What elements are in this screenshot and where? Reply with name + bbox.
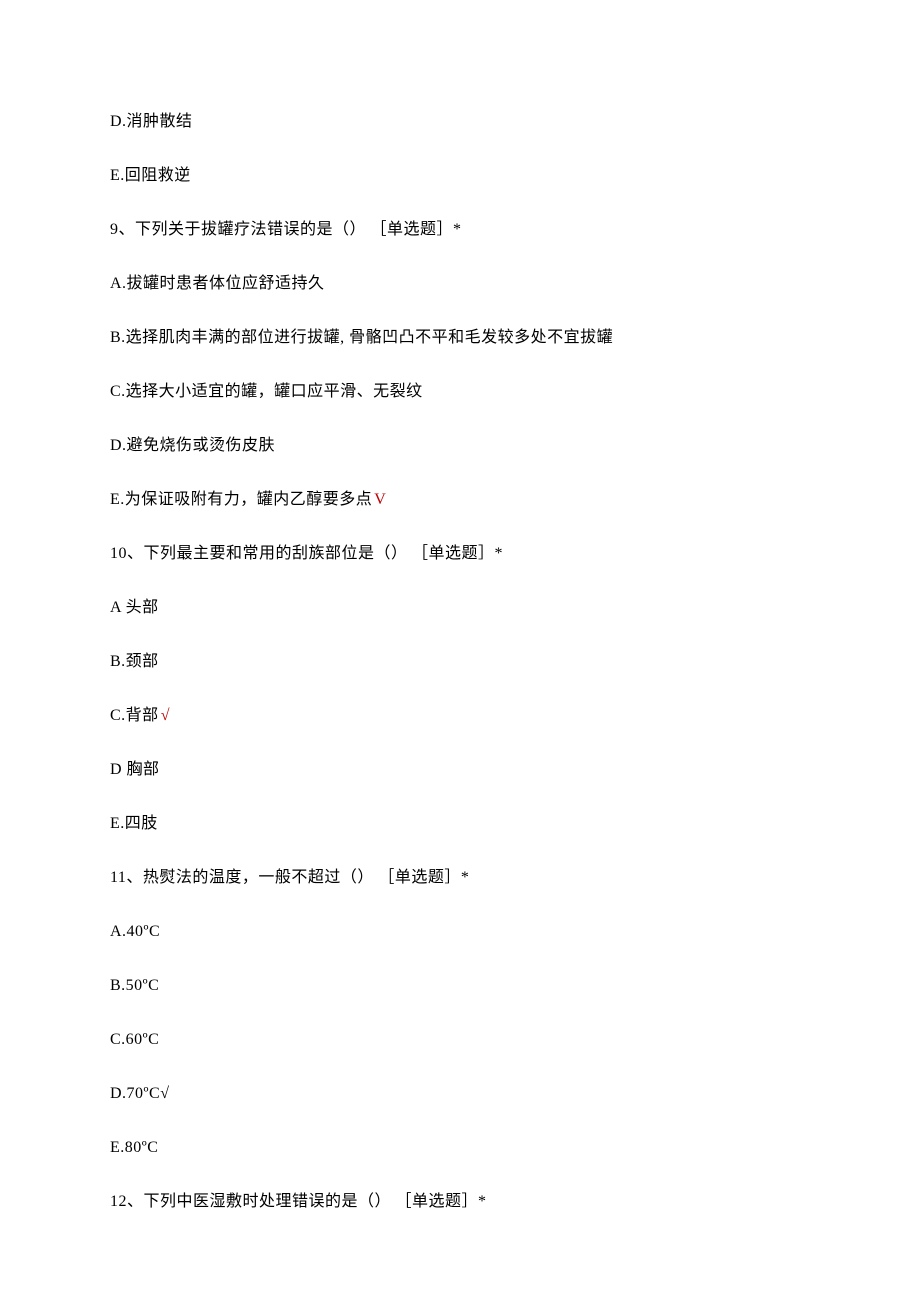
text-line: A 头部 xyxy=(110,596,810,620)
line-text: D.避免烧伤或烫伤皮肤 xyxy=(110,437,275,454)
correct-mark-icon: √ xyxy=(161,707,170,724)
line-text: D.70ºC√ xyxy=(110,1085,169,1102)
text-line: 9、下列关于拔罐疗法错误的是（） ［单选题］* xyxy=(110,218,810,242)
text-line: 12、下列中医湿敷时处理错误的是（） ［单选题］* xyxy=(110,1190,810,1214)
text-line: D 胸部 xyxy=(110,758,810,782)
line-text: E.为保证吸附有力，罐内乙醇要多点 xyxy=(110,491,372,508)
line-text: 9、下列关于拔罐疗法错误的是（） ［单选题］* xyxy=(110,221,462,238)
text-line: E.80ºC xyxy=(110,1136,810,1160)
line-text: E.80ºC xyxy=(110,1139,158,1156)
text-line: D.70ºC√ xyxy=(110,1082,810,1106)
line-text: B.选择肌肉丰满的部位进行拔罐, 骨骼凹凸不平和毛发较多处不宜拔罐 xyxy=(110,329,613,346)
line-text: C.选择大小适宜的罐，罐口应平滑、无裂纹 xyxy=(110,383,423,400)
line-text: C.60ºC xyxy=(110,1031,159,1048)
line-text: D 胸部 xyxy=(110,761,160,778)
line-text: B.颈部 xyxy=(110,653,159,670)
line-text: A.拔罐时患者体位应舒适持久 xyxy=(110,275,325,292)
text-line: C.60ºC xyxy=(110,1028,810,1052)
line-text: 11、热熨法的温度，一般不超过（） ［单选题］* xyxy=(110,869,469,886)
line-text: 12、下列中医湿敷时处理错误的是（） ［单选题］* xyxy=(110,1193,487,1210)
line-text: C.背部 xyxy=(110,707,159,724)
text-line: A.40ºC xyxy=(110,920,810,944)
correct-mark-icon: V xyxy=(374,491,386,508)
line-text: A.40ºC xyxy=(110,923,160,940)
text-line: E.为保证吸附有力，罐内乙醇要多点V xyxy=(110,488,810,512)
text-line: B.50ºC xyxy=(110,974,810,998)
text-line: D.消肿散结 xyxy=(110,110,810,134)
line-text: A 头部 xyxy=(110,599,159,616)
text-line: C.背部√ xyxy=(110,704,810,728)
text-line: B.选择肌肉丰满的部位进行拔罐, 骨骼凹凸不平和毛发较多处不宜拔罐 xyxy=(110,326,810,350)
text-line: D.避免烧伤或烫伤皮肤 xyxy=(110,434,810,458)
text-line: A.拔罐时患者体位应舒适持久 xyxy=(110,272,810,296)
text-line: C.选择大小适宜的罐，罐口应平滑、无裂纹 xyxy=(110,380,810,404)
line-text: E.四肢 xyxy=(110,815,158,832)
line-text: D.消肿散结 xyxy=(110,113,193,130)
line-text: B.50ºC xyxy=(110,977,159,994)
line-text: 10、下列最主要和常用的刮族部位是（） ［单选题］* xyxy=(110,545,503,562)
text-line: B.颈部 xyxy=(110,650,810,674)
text-line: E.回阻救逆 xyxy=(110,164,810,188)
text-line: 11、热熨法的温度，一般不超过（） ［单选题］* xyxy=(110,866,810,890)
line-text: E.回阻救逆 xyxy=(110,167,191,184)
text-line: 10、下列最主要和常用的刮族部位是（） ［单选题］* xyxy=(110,542,810,566)
text-line: E.四肢 xyxy=(110,812,810,836)
